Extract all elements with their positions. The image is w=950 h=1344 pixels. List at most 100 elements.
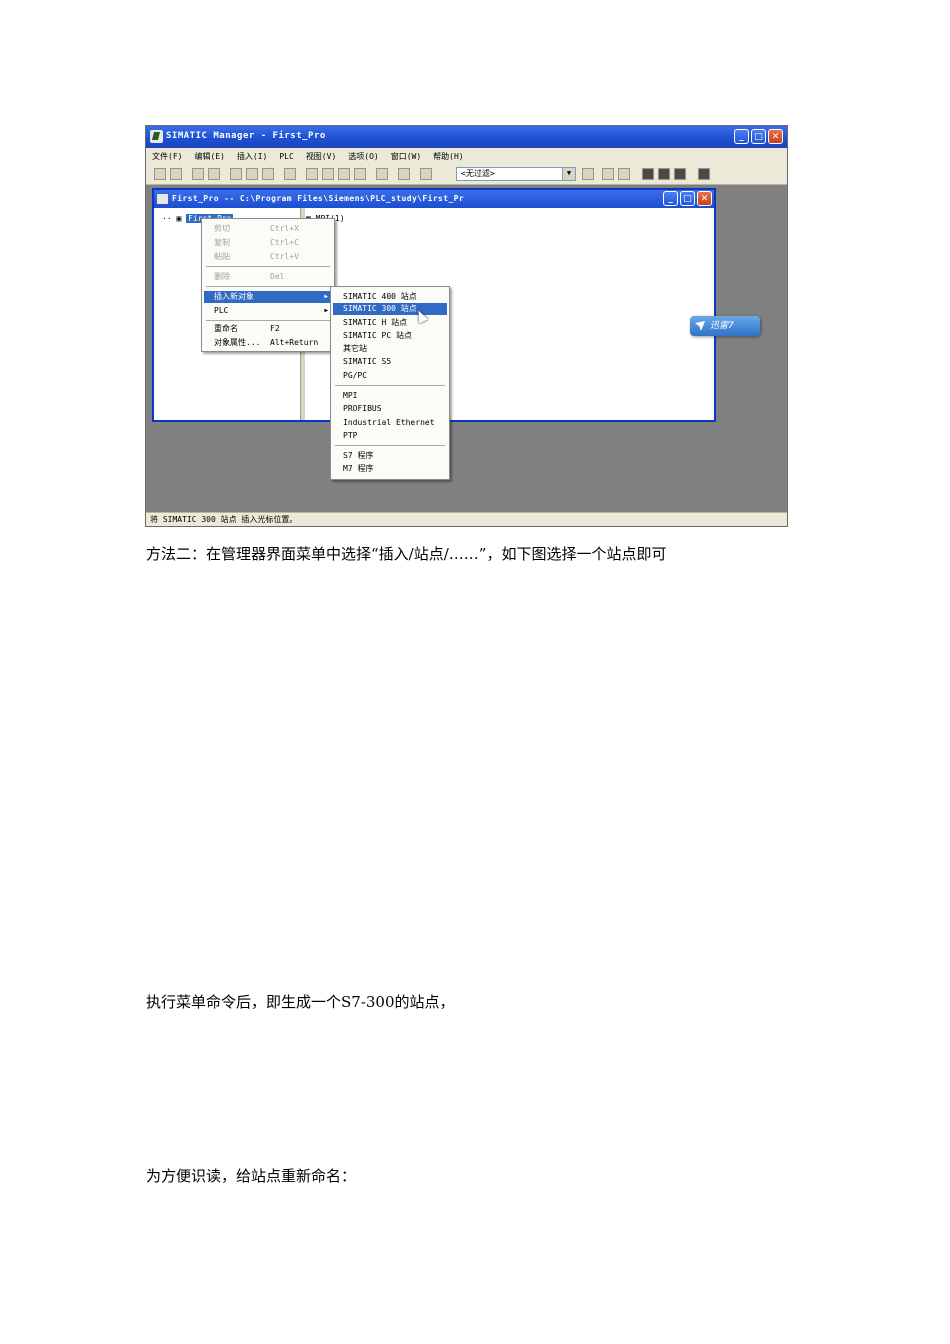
menu-file[interactable]: 文件(F) — [152, 151, 182, 162]
open-icon[interactable] — [170, 168, 182, 180]
child-maximize-button[interactable]: □ — [680, 191, 695, 206]
ctx-cut-shortcut: Ctrl+X — [270, 224, 299, 233]
sub-mpi[interactable]: MPI — [333, 390, 447, 402]
xunlei-badge[interactable]: 迅雷7 — [690, 316, 760, 336]
ctx-rename-shortcut: F2 — [270, 324, 280, 333]
ctx-paste-shortcut: Ctrl+V — [270, 252, 299, 261]
app-titlebar: SIMATIC Manager - First_Pro _ □ ✕ — [146, 126, 787, 148]
menu-view[interactable]: 视图(V) — [306, 151, 336, 162]
simulation-icon[interactable] — [602, 168, 614, 180]
sub-simatic-pc[interactable]: SIMATIC PC 站点 — [333, 330, 447, 342]
ctx-properties-shortcut: Alt+Return — [270, 338, 319, 347]
filter-select[interactable]: <无过滤> ▼ — [456, 167, 576, 181]
ctx-rename-label: 重命名 — [214, 324, 238, 333]
sub-s7-program[interactable]: S7 程序 — [333, 450, 447, 462]
simatic-manager-screenshot: SIMATIC Manager - First_Pro _ □ ✕ 文件(F) … — [145, 125, 788, 527]
ctx-separator — [206, 266, 330, 267]
ctx-delete-label: 删除 — [214, 272, 230, 281]
ctx-cut[interactable]: 剪切 Ctrl+X — [204, 223, 332, 235]
sub-simatic-h[interactable]: SIMATIC H 站点 — [333, 317, 447, 329]
menu-plc[interactable]: PLC — [279, 152, 293, 161]
toolbar: <无过滤> ▼ — [146, 164, 787, 185]
sub-ptp[interactable]: PTP — [333, 430, 447, 442]
child-close-button[interactable]: ✕ — [697, 191, 712, 206]
chevron-right-icon: ▶ — [324, 307, 328, 314]
ctx-copy-shortcut: Ctrl+C — [270, 238, 299, 247]
ctx-properties[interactable]: 对象属性... Alt+Return — [204, 337, 332, 349]
filter-icon[interactable] — [582, 168, 594, 180]
menu-window[interactable]: 窗口(W) — [391, 151, 421, 162]
sub-profibus[interactable]: PROFIBUS — [333, 403, 447, 415]
ctx-delete[interactable]: 删除 Del — [204, 271, 332, 283]
menu-bar: 文件(F) 编辑(E) 插入(I) PLC 视图(V) 选项(O) 窗口(W) … — [146, 148, 787, 164]
sub-simatic-s5[interactable]: SIMATIC S5 — [333, 356, 447, 368]
menu-insert[interactable]: 插入(I) — [237, 151, 267, 162]
xunlei-label: 迅雷7 — [710, 321, 734, 331]
help-icon[interactable] — [698, 168, 710, 180]
ctx-separator — [206, 286, 330, 287]
menu-options[interactable]: 选项(O) — [348, 151, 378, 162]
ctx-plc[interactable]: PLC ▶ — [204, 305, 332, 317]
sub-m7-program[interactable]: M7 程序 — [333, 463, 447, 475]
new-icon[interactable] — [154, 168, 166, 180]
filter-value: <无过滤> — [461, 169, 495, 178]
menu-help[interactable]: 帮助(H) — [433, 151, 463, 162]
paragraph-rename: 为方便识读，给站点重新命名： — [146, 1167, 357, 1185]
ctx-copy-label: 复制 — [214, 238, 230, 247]
insert-submenu: SIMATIC 400 站点 SIMATIC 300 站点 SIMATIC H … — [330, 286, 450, 480]
chevron-right-icon: ▶ — [324, 293, 328, 300]
cut-icon[interactable] — [230, 168, 242, 180]
simatic-app-icon — [150, 130, 163, 143]
ctx-delete-shortcut: Del — [270, 272, 285, 281]
download-icon[interactable] — [284, 168, 296, 180]
sub-industrial-ethernet[interactable]: Industrial Ethernet — [333, 417, 447, 429]
sub-simatic-400[interactable]: SIMATIC 400 站点 — [333, 291, 447, 303]
xunlei-bird-icon — [695, 321, 705, 331]
large-icons-icon[interactable] — [306, 168, 318, 180]
ctx-paste[interactable]: 粘贴 Ctrl+V — [204, 251, 332, 263]
tile-vertical-icon[interactable] — [674, 168, 686, 180]
sub-separator — [335, 445, 445, 446]
maximize-button[interactable]: □ — [751, 129, 766, 144]
app-title: SIMATIC Manager - First_Pro — [166, 131, 326, 141]
chevron-down-icon[interactable]: ▼ — [562, 168, 575, 180]
accessible-nodes-icon[interactable] — [192, 168, 204, 180]
sub-separator — [335, 385, 445, 386]
memory-card-icon[interactable] — [208, 168, 220, 180]
online-icon[interactable] — [420, 168, 432, 180]
project-icon — [157, 194, 168, 204]
list-icon[interactable] — [338, 168, 350, 180]
tree-expander[interactable]: ·· — [162, 214, 172, 223]
context-menu: 剪切 Ctrl+X 复制 Ctrl+C 粘贴 Ctrl+V 删除 Del 插入新对象 ▶ … — [201, 218, 335, 352]
ctx-properties-label: 对象属性... — [214, 338, 261, 347]
ctx-paste-label: 粘贴 — [214, 252, 230, 261]
details-view-icon[interactable] — [398, 168, 410, 180]
ctx-cut-label: 剪切 — [214, 224, 230, 233]
status-bar: 将 SIMATIC 300 站点 插入光标位置。 — [146, 512, 787, 526]
ctx-copy[interactable]: 复制 Ctrl+C — [204, 237, 332, 249]
project-folder-icon: ▣ — [176, 214, 182, 223]
ctx-insert-label: 插入新对象 — [214, 292, 254, 301]
ctx-insert-new-object[interactable]: 插入新对象 ▶ — [204, 291, 332, 303]
menu-edit[interactable]: 编辑(E) — [194, 151, 224, 162]
project-window-titlebar: First_Pro -- C:\Program Files\Siemens\PL… — [154, 190, 714, 208]
status-text: 将 SIMATIC 300 站点 插入光标位置。 — [150, 515, 298, 524]
tile-horizontal-icon[interactable] — [658, 168, 670, 180]
paragraph-result: 执行菜单命令后，即生成一个S7-300的站点， — [146, 993, 455, 1011]
details-icon[interactable] — [354, 168, 366, 180]
paste-icon[interactable] — [262, 168, 274, 180]
ctx-rename[interactable]: 重命名 F2 — [204, 323, 332, 335]
minimize-button[interactable]: _ — [734, 129, 749, 144]
small-icons-icon[interactable] — [322, 168, 334, 180]
sub-other-station[interactable]: 其它站 — [333, 343, 447, 355]
sub-simatic-300[interactable]: SIMATIC 300 站点 — [333, 303, 447, 315]
up-level-icon[interactable] — [376, 168, 388, 180]
copy-icon[interactable] — [246, 168, 258, 180]
child-minimize-button[interactable]: _ — [663, 191, 678, 206]
sub-pg-pc[interactable]: PG/PC — [333, 370, 447, 382]
cascade-icon[interactable] — [642, 168, 654, 180]
configure-network-icon[interactable] — [618, 168, 630, 180]
close-button[interactable]: ✕ — [768, 129, 783, 144]
project-window-title: First_Pro -- C:\Program Files\Siemens\PL… — [172, 194, 465, 203]
ctx-separator — [206, 320, 330, 321]
